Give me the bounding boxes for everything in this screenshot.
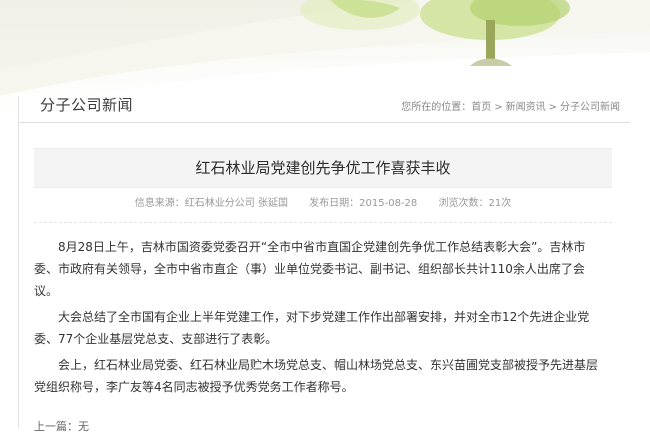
- article-paragraph: 会上，红石林业局党委、红石林业局贮木场党总支、帽山林场党总支、东兴苗圃党支部被授…: [34, 358, 599, 394]
- article-paragraph: 8月28日上午，吉林市国资委党委召开“全市中省市直国企党建创先争优工作总结表彰大…: [34, 240, 586, 298]
- article-date: 发布日期：2015-08-28: [309, 198, 418, 209]
- article-paragraph: 大会总结了全市国有企业上半年党建工作，对下步党建工作作出部署安排，并对全市12个…: [34, 310, 590, 346]
- breadcrumb-news[interactable]: 新闻资讯: [506, 98, 546, 113]
- section-title: 分子公司新闻: [40, 96, 134, 114]
- breadcrumb-separator: >: [494, 102, 503, 113]
- breadcrumb-subsidiary-news[interactable]: 分子公司新闻: [560, 98, 620, 113]
- article-source: 信息来源：红石林业分公司 张延国: [134, 198, 288, 209]
- meta-divider: [34, 222, 612, 223]
- prev-article-link[interactable]: 无: [78, 420, 89, 433]
- article-views: 浏览次数：21次: [438, 198, 512, 209]
- breadcrumb: 您所在的位置：首页 > 新闻资讯 > 分子公司新闻: [401, 98, 620, 113]
- article-title: 红石林业局党建创先争优工作喜获丰收: [34, 148, 612, 188]
- prev-article-label: 上一篇：: [34, 420, 78, 433]
- breadcrumb-prefix: 您所在的位置：: [401, 102, 472, 113]
- article-meta: 信息来源：红石林业分公司 张延国 发布日期：2015-08-28 浏览次数：21…: [34, 194, 612, 209]
- section-header: 分子公司新闻 您所在的位置：首页 > 新闻资讯 > 分子公司新闻: [18, 88, 630, 123]
- breadcrumb-home[interactable]: 首页: [471, 98, 491, 113]
- article-body: 8月28日上午，吉林市国资委党委召开“全市中省市直国企党建创先争优工作总结表彰大…: [34, 236, 608, 402]
- prev-article: 上一篇：无: [34, 418, 89, 434]
- breadcrumb-separator: >: [548, 102, 557, 113]
